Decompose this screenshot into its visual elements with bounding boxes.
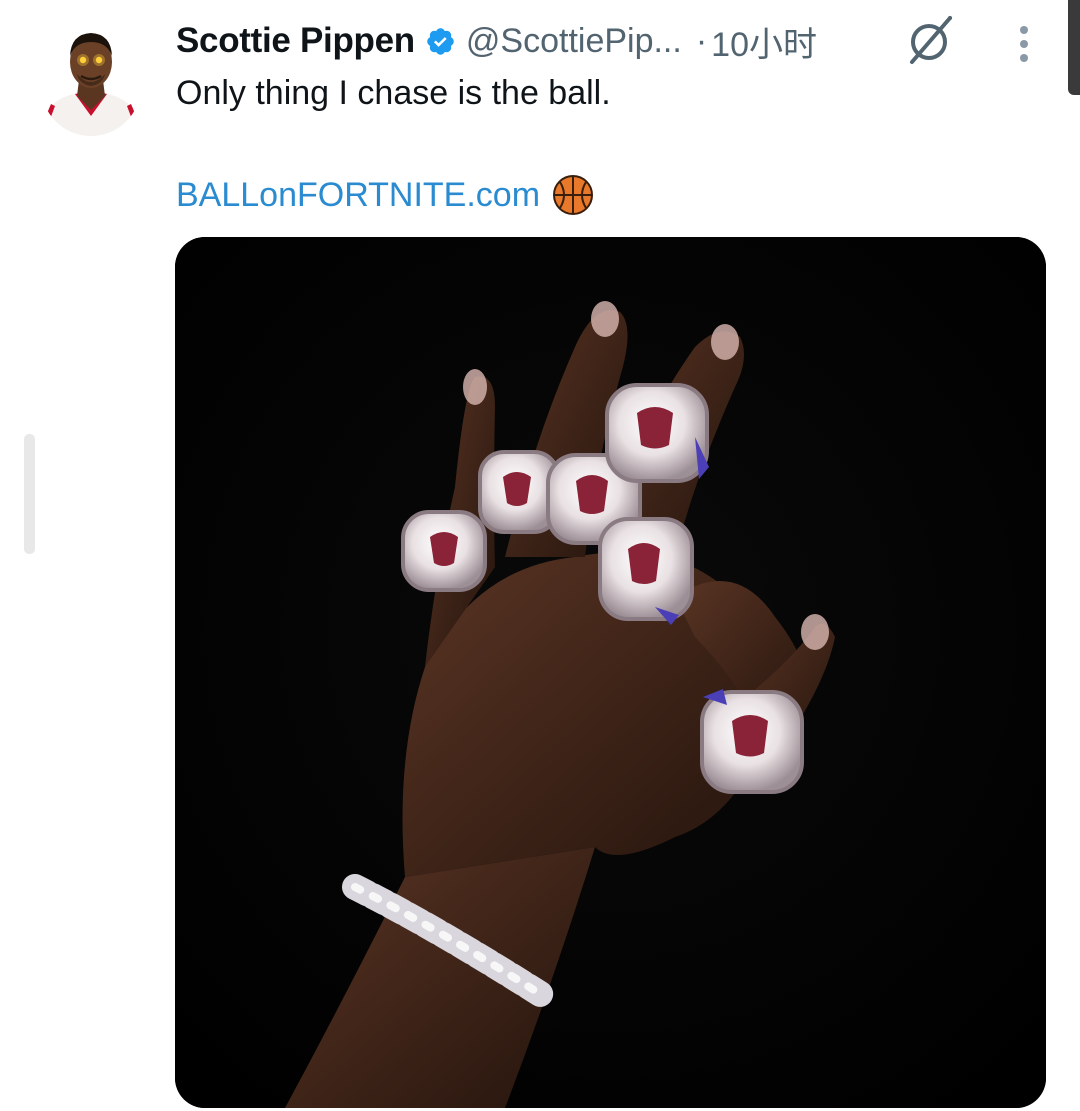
championship-rings-photo [175,237,1046,1108]
tweet-timestamp[interactable]: 10小时 [711,17,817,66]
verified-badge-icon [425,26,456,57]
tweet-link[interactable]: BALLonFORTNITE.com [176,176,540,215]
basketball-icon [552,174,594,216]
grok-icon[interactable] [904,14,956,66]
author-handle[interactable]: @ScottiePip... [466,22,682,61]
scroll-handle[interactable] [24,434,35,554]
author-display-name[interactable]: Scottie Pippen [176,21,415,61]
avatar[interactable] [41,18,141,136]
window-scrollbar[interactable] [1068,0,1080,95]
tweet-link-row: BALLonFORTNITE.com [176,172,594,218]
separator-dot: · [695,21,708,60]
tweet-media-image[interactable] [175,237,1046,1108]
tweet-text: Only thing I chase is the ball. [176,74,611,112]
more-options-icon[interactable] [1010,22,1038,66]
tweet-header: Scottie Pippen @ScottiePip... · 10小时 [176,18,817,64]
